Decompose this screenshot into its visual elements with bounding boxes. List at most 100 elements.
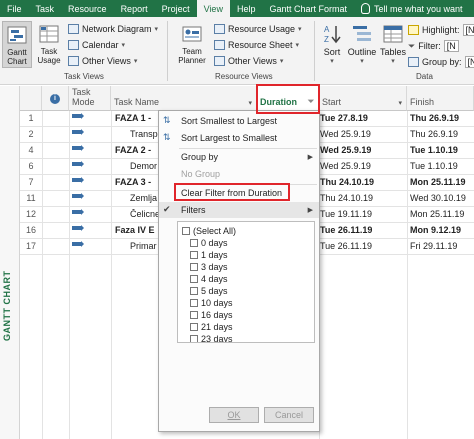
tab-help[interactable]: Help: [230, 0, 263, 17]
tab-report[interactable]: Report: [114, 0, 155, 17]
finish-cell[interactable]: Mon 25.11.19: [410, 177, 466, 187]
start-cell[interactable]: Wed 25.9.19: [320, 145, 371, 155]
filter-checkbox-item[interactable]: 1 days: [190, 249, 228, 260]
start-cell[interactable]: Tue 26.11.19: [320, 241, 372, 251]
filter-checkbox-item[interactable]: 21 days: [190, 321, 233, 332]
finish-cell[interactable]: Mon 9.12.19: [410, 225, 461, 235]
task-name-cell[interactable]: Transp: [130, 129, 159, 139]
checkbox[interactable]: [190, 274, 198, 283]
task-name-cell[interactable]: FAZA 3 -: [115, 177, 159, 187]
row-number[interactable]: 17: [20, 241, 42, 251]
task-name-cell[interactable]: Demor: [130, 161, 159, 171]
finish-cell[interactable]: Tue 1.10.19: [410, 161, 458, 171]
start-cell[interactable]: Wed 25.9.19: [320, 161, 371, 171]
start-cell[interactable]: Thu 24.10.19: [320, 193, 373, 203]
tell-me-search[interactable]: Tell me what you want: [354, 0, 470, 17]
other-views-button[interactable]: Other Views ▾: [68, 56, 137, 66]
finish-cell[interactable]: Wed 30.10.19: [410, 193, 466, 203]
chevron-down-icon[interactable]: ▾: [248, 99, 252, 107]
start-header[interactable]: Start ▾: [319, 86, 407, 111]
chevron-down-icon[interactable]: ▾: [398, 99, 402, 107]
row-number-header[interactable]: [20, 86, 42, 111]
filter-checkbox-item[interactable]: 23 days: [190, 333, 233, 342]
task-name-cell[interactable]: Zemlja: [130, 193, 159, 203]
checkbox[interactable]: [182, 226, 190, 235]
filters-item[interactable]: ✔ Filters ▶: [159, 202, 319, 218]
task-name-cell[interactable]: Čelicne: [130, 209, 159, 219]
filter-control[interactable]: ⏷ Filter: [N: [408, 40, 459, 52]
filter-checkbox-item[interactable]: 5 days: [190, 285, 228, 296]
outline-button[interactable]: Outline ▾: [347, 23, 377, 65]
filter-checkbox-item[interactable]: 4 days: [190, 273, 228, 284]
task-usage-button[interactable]: Task Usage: [35, 23, 63, 65]
row-number[interactable]: 12: [20, 209, 42, 219]
resource-usage-button[interactable]: Resource Usage ▾: [214, 24, 302, 34]
finish-cell[interactable]: Mon 25.11.19: [410, 209, 464, 219]
start-cell[interactable]: Tue 19.11.19: [320, 209, 372, 219]
filter-checkbox-item[interactable]: 3 days: [190, 261, 228, 272]
task-name-header[interactable]: Task Name ▾: [111, 86, 257, 111]
tab-resource[interactable]: Resource: [61, 0, 114, 17]
tab-file[interactable]: File: [0, 0, 29, 17]
checkbox[interactable]: [190, 238, 198, 247]
checkbox[interactable]: [190, 250, 198, 259]
checkbox[interactable]: [190, 334, 198, 342]
tab-project[interactable]: Project: [155, 0, 197, 17]
start-cell[interactable]: Tue 26.11.19: [320, 225, 372, 235]
finish-cell[interactable]: Thu 26.9.19: [410, 113, 459, 123]
finish-cell[interactable]: Thu 26.9.19: [410, 129, 458, 139]
tab-gantt-chart-format[interactable]: Gantt Chart Format: [262, 0, 354, 17]
filter-select[interactable]: [N: [443, 40, 459, 52]
indicators-header[interactable]: i: [42, 86, 69, 111]
finish-cell[interactable]: Tue 1.10.19: [410, 145, 458, 155]
checkbox[interactable]: [190, 286, 198, 295]
checkbox[interactable]: [190, 298, 198, 307]
checkbox[interactable]: [190, 310, 198, 319]
tab-task[interactable]: Task: [29, 0, 62, 17]
tab-view[interactable]: View: [196, 0, 230, 17]
other-views-2-button[interactable]: Other Views ▾: [214, 56, 283, 66]
group-by-item[interactable]: Group by ▶: [159, 149, 319, 165]
highlight-select[interactable]: [N: [462, 24, 474, 36]
checkbox[interactable]: [190, 262, 198, 271]
gantt-chart-side-label: GANTT CHART: [2, 270, 12, 342]
ok-button[interactable]: OK: [209, 407, 259, 423]
filter-checkbox-item[interactable]: (Select All): [182, 225, 236, 236]
checkbox[interactable]: [190, 322, 198, 331]
finish-cell[interactable]: Fri 29.11.19: [410, 241, 457, 251]
row-number[interactable]: 7: [20, 177, 42, 187]
sort-descending-item[interactable]: ⇅ Sort Largest to Smallest: [159, 130, 319, 146]
group-by-select[interactable]: [N: [464, 56, 474, 68]
highlight-control[interactable]: Highlight: [N: [408, 24, 474, 36]
task-name-cell[interactable]: FAZA 1 -: [115, 113, 159, 123]
auto-schedule-icon: [72, 177, 84, 183]
gantt-chart-button[interactable]: Gantt Chart: [2, 21, 32, 68]
group-by-icon: [408, 57, 419, 67]
finish-header[interactable]: Finish: [407, 86, 474, 111]
group-by-control[interactable]: Group by: [N: [408, 56, 474, 68]
row-number[interactable]: 11: [20, 193, 42, 203]
row-number[interactable]: 16: [20, 225, 42, 235]
filter-checkbox-item[interactable]: 0 days: [190, 237, 228, 248]
start-cell[interactable]: Wed 25.9.19: [320, 129, 371, 139]
resource-sheet-button[interactable]: Resource Sheet ▾: [214, 40, 299, 50]
sort-button[interactable]: A Z Sort ▾: [320, 23, 344, 65]
task-name-cell[interactable]: Faza IV E: [115, 225, 159, 235]
cancel-button[interactable]: Cancel: [264, 407, 314, 423]
tables-button[interactable]: Tables ▾: [379, 23, 407, 65]
start-cell[interactable]: Thu 24.10.19: [320, 177, 374, 187]
network-diagram-button[interactable]: Network Diagram ▾: [68, 24, 158, 34]
task-name-cell[interactable]: FAZA 2 -: [115, 145, 159, 155]
filter-checkbox-item[interactable]: 10 days: [190, 297, 233, 308]
team-planner-button[interactable]: Team Planner: [174, 23, 210, 65]
row-number[interactable]: 4: [20, 145, 42, 155]
task-mode-header[interactable]: Task Mode: [69, 86, 111, 111]
filter-checkbox-item[interactable]: 16 days: [190, 309, 233, 320]
row-number[interactable]: 6: [20, 161, 42, 171]
calendar-button[interactable]: Calendar ▾: [68, 40, 125, 50]
row-number[interactable]: 2: [20, 129, 42, 139]
start-cell[interactable]: Tue 27.8.19: [320, 113, 368, 123]
row-number[interactable]: 1: [20, 113, 42, 123]
task-name-cell[interactable]: Primar: [130, 241, 159, 251]
sort-ascending-item[interactable]: ⇅ Sort Smallest to Largest: [159, 113, 319, 129]
